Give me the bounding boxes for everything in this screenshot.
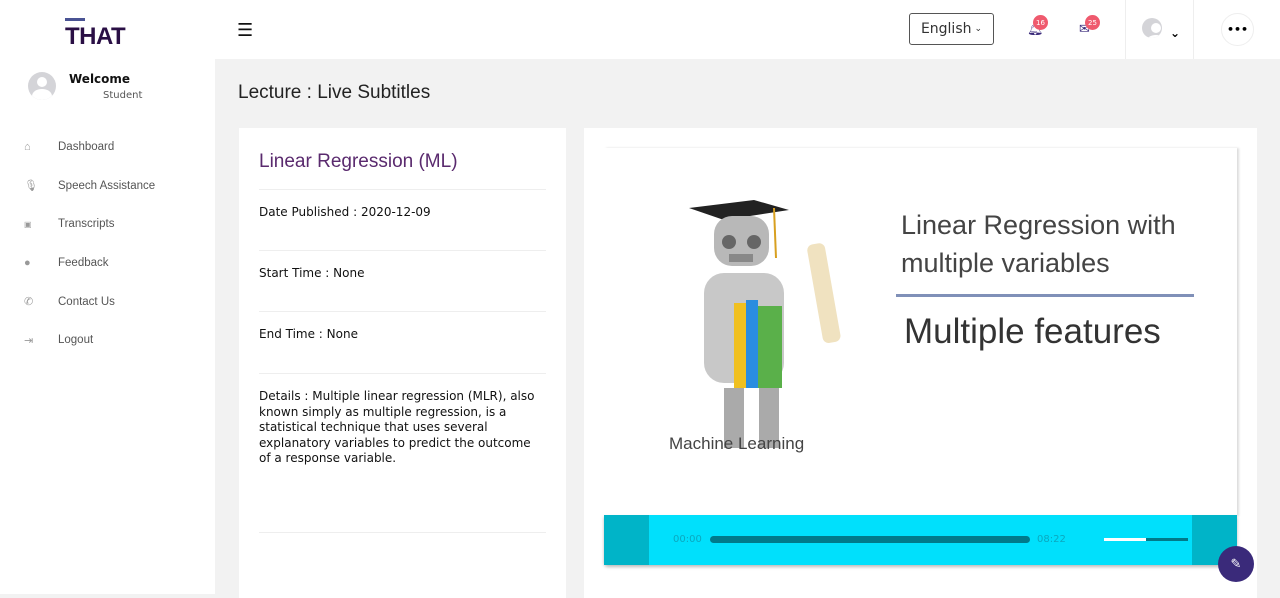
volume-level <box>1104 538 1146 541</box>
sidebar-nav: ⌂ Dashboard 🎙︎ Speech Assistance ▣ Transcri… <box>24 128 155 360</box>
language-select[interactable]: English ⌄ <box>909 13 994 45</box>
sidebar-item-transcripts[interactable]: ▣ Transcripts <box>24 205 155 244</box>
profile-menu-avatar[interactable] <box>1142 18 1162 38</box>
notifications-button[interactable]: 🔔︎ 16 <box>1027 15 1048 37</box>
video-player-controls: 00:00 08:22 <box>604 515 1237 565</box>
sidebar: THAT Welcome Student ⌂ Dashboard 🎙︎ Speech… <box>0 0 215 594</box>
volume-slider[interactable] <box>1104 538 1188 541</box>
video-card: Machine Learning Linear Regression with … <box>584 128 1257 598</box>
play-button[interactable] <box>604 515 649 565</box>
welcome-text: Welcome <box>69 72 131 86</box>
slide-divider <box>896 294 1194 297</box>
sidebar-item-contact-us[interactable]: ✆ Contact Us <box>24 282 155 321</box>
logout-icon: ⇥ <box>24 334 34 347</box>
user-role: Student <box>103 90 143 101</box>
chevron-down-icon[interactable]: ⌄ <box>1170 26 1180 40</box>
edit-icon: ✎ <box>1230 556 1242 572</box>
sidebar-item-dashboard[interactable]: ⌂ Dashboard <box>24 128 155 167</box>
closed-captions-icon: ▣ <box>24 219 32 229</box>
notification-count: 16 <box>1033 15 1048 30</box>
comment-icon: ● <box>24 257 31 270</box>
floating-action-button[interactable]: ✎ <box>1218 546 1254 582</box>
page-title: Lecture : Live Subtitles <box>238 82 431 103</box>
date-published: Date Published : 2020-12-09 <box>259 189 546 221</box>
lecture-name: Linear Regression (ML) <box>259 151 458 172</box>
duration: 08:22 <box>1037 534 1066 545</box>
slide-subheading: Multiple features <box>904 312 1161 351</box>
avatar <box>28 72 56 100</box>
more-options-button[interactable]: ••• <box>1221 13 1254 46</box>
start-time: Start Time : None <box>259 250 546 282</box>
video-frame[interactable]: Machine Learning Linear Regression with … <box>604 148 1237 516</box>
message-count: 25 <box>1085 15 1100 30</box>
chevron-down-icon: ⌄ <box>974 24 983 34</box>
microphone-icon: 🎙︎ <box>24 180 38 193</box>
sidebar-item-feedback[interactable]: ● Feedback <box>24 244 155 283</box>
current-time: 00:00 <box>673 534 702 545</box>
topbar: ☰ English ⌄ 🔔︎ 16 ✉ 25 ⌄ ••• <box>215 0 1280 59</box>
sidebar-item-logout[interactable]: ⇥ Logout <box>24 321 155 360</box>
home-icon: ⌂ <box>24 141 31 154</box>
slide-caption: Machine Learning <box>669 434 805 453</box>
lecture-info-card: Linear Regression (ML) Date Published : … <box>239 128 566 598</box>
end-time: End Time : None <box>259 311 546 343</box>
logo[interactable]: THAT <box>65 18 126 51</box>
divider <box>1125 0 1126 59</box>
slide-heading: Linear Regression with multiple variable… <box>901 210 1176 278</box>
menu-toggle-icon[interactable]: ☰ <box>237 20 253 41</box>
seek-bar[interactable] <box>710 536 1030 543</box>
messages-button[interactable]: ✉ 25 <box>1079 15 1100 37</box>
sidebar-item-speech-assistance[interactable]: 🎙︎ Speech Assistance <box>24 167 155 206</box>
divider <box>1193 0 1194 59</box>
lecture-details: Details : Multiple linear regression (ML… <box>259 373 546 533</box>
phone-icon: ✆ <box>24 296 34 309</box>
